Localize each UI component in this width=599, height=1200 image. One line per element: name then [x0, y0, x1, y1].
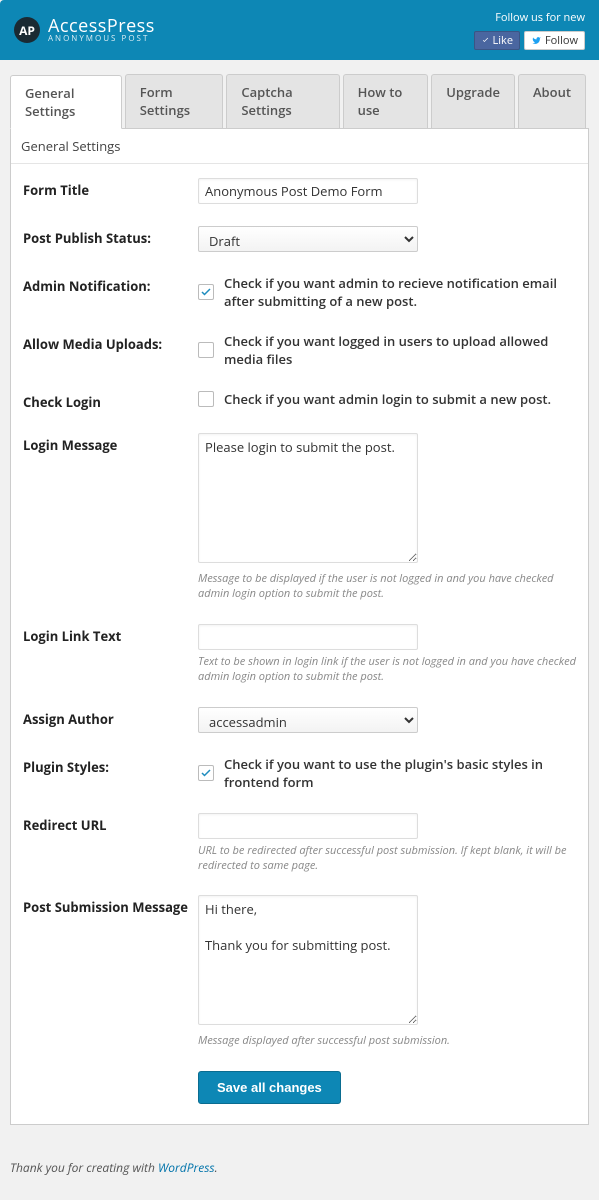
admin-notif-label: Admin Notification:	[23, 274, 198, 295]
login-message-hint: Message to be displayed if the user is n…	[198, 571, 576, 602]
tabs: General Settings Form Settings Captcha S…	[10, 74, 589, 129]
media-uploads-text: Check if you want logged in users to upl…	[224, 332, 576, 368]
follow-us-text: Follow us for new	[495, 10, 585, 25]
publish-status-select[interactable]: Draft	[198, 226, 418, 252]
post-submission-hint: Message displayed after successful post …	[198, 1033, 576, 1048]
panel-title: General Settings	[11, 129, 588, 164]
login-link-text-label: Login Link Text	[23, 624, 198, 645]
redirect-url-input[interactable]	[198, 813, 418, 839]
login-link-text-hint: Text to be shown in login link if the us…	[198, 654, 576, 685]
tab-general-settings[interactable]: General Settings	[10, 75, 122, 129]
form-title-input[interactable]	[198, 178, 418, 204]
footer-suffix: .	[215, 1159, 218, 1176]
header-banner: AP AccessPress ANONYMOUS POST Follow us …	[0, 0, 599, 60]
check-login-checkbox[interactable]	[198, 391, 214, 407]
login-link-text-input[interactable]	[198, 624, 418, 650]
check-login-text: Check if you want admin login to submit …	[224, 390, 551, 408]
admin-notif-text: Check if you want admin to recieve notif…	[224, 274, 576, 310]
admin-notif-checkbox[interactable]	[198, 284, 214, 300]
logo-sub: ANONYMOUS POST	[48, 35, 155, 43]
redirect-url-hint: URL to be redirected after successful po…	[198, 843, 576, 874]
check-login-label: Check Login	[23, 390, 198, 411]
login-message-textarea[interactable]: Please login to submit the post.	[198, 433, 418, 563]
plugin-styles-checkbox[interactable]	[198, 765, 214, 781]
post-submission-label: Post Submission Message	[23, 895, 198, 916]
save-button[interactable]: Save all changes	[198, 1071, 341, 1104]
follow-button[interactable]: Follow	[524, 31, 585, 50]
check-icon	[200, 286, 212, 298]
tab-captcha-settings[interactable]: Captcha Settings	[226, 74, 339, 128]
assign-author-label: Assign Author	[23, 707, 198, 728]
media-uploads-label: Allow Media Uploads:	[23, 332, 198, 353]
tab-about[interactable]: About	[518, 74, 586, 128]
assign-author-select[interactable]: accessadmin	[198, 707, 418, 733]
redirect-url-label: Redirect URL	[23, 813, 198, 834]
login-message-label: Login Message	[23, 433, 198, 454]
tab-form-settings[interactable]: Form Settings	[125, 74, 224, 128]
logo: AP AccessPress ANONYMOUS POST	[14, 17, 155, 43]
tab-upgrade[interactable]: Upgrade	[431, 74, 515, 128]
tab-how-to-use[interactable]: How to use	[343, 74, 429, 128]
footer: Thank you for creating with WordPress.	[0, 1145, 599, 1200]
publish-status-label: Post Publish Status:	[23, 226, 198, 247]
post-submission-textarea[interactable]: Hi there, Thank you for submitting post.	[198, 895, 418, 1025]
twitter-icon	[531, 36, 542, 45]
footer-prefix: Thank you for creating with	[10, 1159, 158, 1176]
like-button[interactable]: Like	[474, 31, 520, 50]
check-icon	[200, 767, 212, 779]
settings-panel: General Settings Form Title Post Publish…	[10, 129, 589, 1125]
media-uploads-checkbox[interactable]	[198, 342, 214, 358]
logo-badge: AP	[14, 17, 40, 43]
plugin-styles-text: Check if you want to use the plugin's ba…	[224, 755, 576, 791]
plugin-styles-label: Plugin Styles:	[23, 755, 198, 776]
form-title-label: Form Title	[23, 178, 198, 199]
check-icon	[481, 36, 490, 45]
footer-wordpress-link[interactable]: WordPress	[158, 1159, 215, 1176]
